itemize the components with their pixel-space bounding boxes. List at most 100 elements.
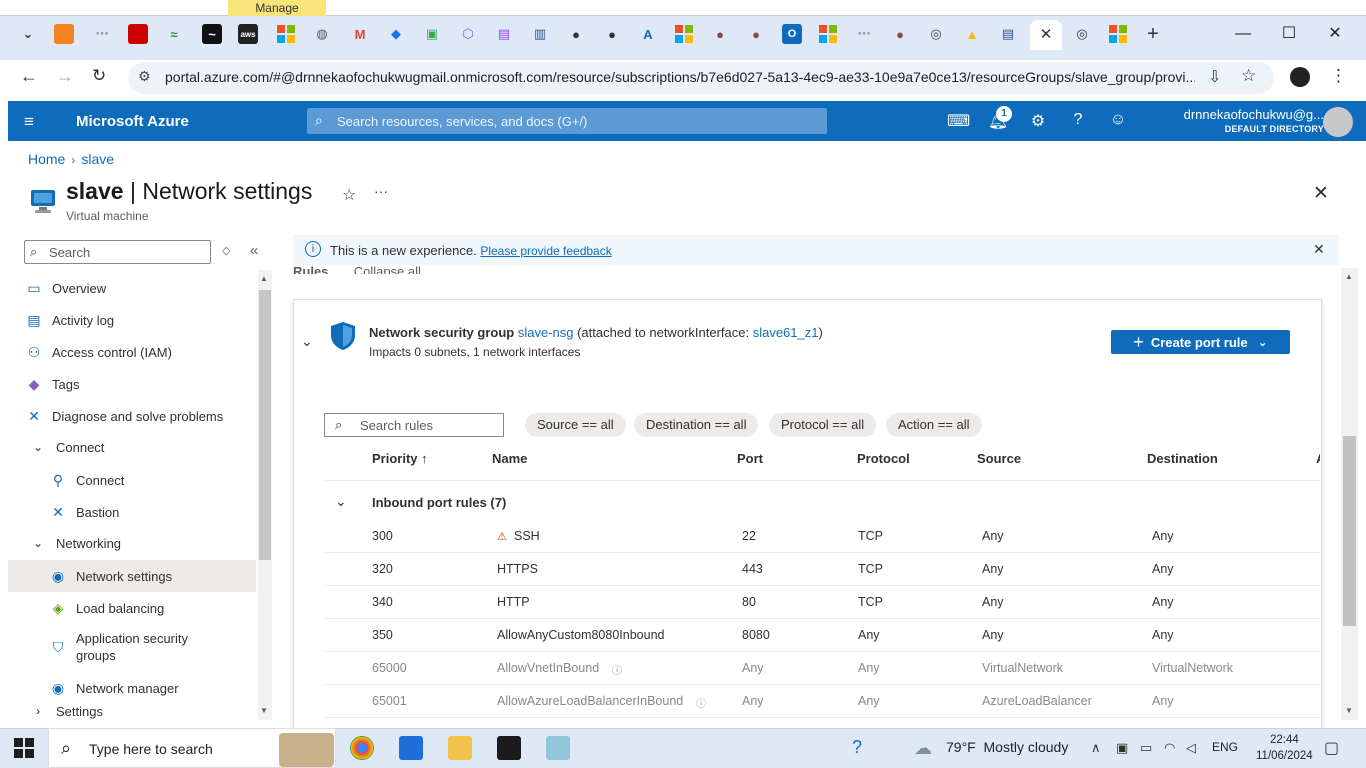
- tab-favicon-icon[interactable]: [1108, 24, 1128, 44]
- close-banner-icon[interactable]: ✕: [1313, 241, 1325, 258]
- breadcrumb-home[interactable]: Home: [28, 151, 65, 167]
- filter-action-pill[interactable]: Action == all: [886, 413, 982, 437]
- sidebar-item-load-balancing[interactable]: ◈ Load balancing: [8, 592, 256, 624]
- notification-center-icon[interactable]: ▢: [1324, 738, 1339, 758]
- terminal-app-icon[interactable]: [497, 736, 521, 760]
- scroll-down-icon[interactable]: ▼: [260, 706, 268, 715]
- nsg-name-link[interactable]: slave-nsg: [518, 325, 574, 340]
- filter-source-pill[interactable]: Source == all: [525, 413, 626, 437]
- rule-name-link[interactable]: HTTP: [497, 595, 530, 609]
- account-info[interactable]: drnnekaofochukwu@g... DEFAULT DIRECTORY: [1184, 107, 1324, 134]
- sidebar-search-input[interactable]: ⌕ Search: [24, 240, 211, 264]
- rule-name-link[interactable]: SSH: [514, 529, 540, 543]
- sidebar-item-network-manager[interactable]: ◉ Network manager: [8, 672, 256, 704]
- tab-favicon-icon[interactable]: ▲: [962, 24, 982, 44]
- tab-favicon-icon[interactable]: ●: [602, 24, 622, 44]
- wifi-icon[interactable]: ◠: [1164, 740, 1175, 756]
- settings-gear-icon[interactable]: ⚙: [1027, 111, 1049, 131]
- tab-favicon-icon[interactable]: ⋯: [92, 24, 112, 44]
- tab-favicon-icon[interactable]: ⬡: [458, 24, 478, 44]
- table-row[interactable]: 65001 AllowAzureLoadBalancerInBound ⓘ An…: [323, 685, 1320, 718]
- create-port-rule-button[interactable]: + Create port rule ⌄: [1111, 330, 1290, 354]
- sidebar-item-network-settings[interactable]: ◉ Network settings: [8, 560, 256, 592]
- tab-favicon-icon[interactable]: [276, 24, 296, 44]
- sidebar-scrollbar-thumb[interactable]: [259, 290, 271, 560]
- nic-link[interactable]: slave61_z1: [753, 325, 819, 340]
- sidebar-item-activity-log[interactable]: ▤ Activity log: [8, 304, 256, 336]
- tab-favicon-icon[interactable]: ⋯: [854, 24, 874, 44]
- sidebar-item-app-security-groups[interactable]: ⛉ Application security groups: [8, 628, 256, 666]
- battery-icon[interactable]: ▭: [1140, 740, 1152, 756]
- sidebar-item-overview[interactable]: ▭ Overview: [8, 272, 256, 304]
- tab-favicon-icon[interactable]: O: [782, 24, 802, 44]
- tab-favicon-icon[interactable]: ▤: [998, 24, 1018, 44]
- table-row[interactable]: 320 HTTPS 443 TCP Any Any: [323, 553, 1320, 586]
- sidebar-group-networking[interactable]: ⌄ Networking: [8, 527, 256, 559]
- sidebar-item-connect[interactable]: ⚲ Connect: [8, 464, 256, 496]
- help-icon[interactable]: ?: [1067, 111, 1089, 131]
- language-indicator[interactable]: ENG: [1212, 740, 1238, 754]
- sidebar-item-bastion[interactable]: ✕ Bastion: [8, 496, 256, 528]
- scroll-up-icon[interactable]: ▲: [260, 274, 268, 283]
- tab-favicon-icon[interactable]: ●: [890, 24, 910, 44]
- clock[interactable]: 22:44 11/06/2024: [1256, 732, 1313, 764]
- azure-brand[interactable]: Microsoft Azure: [76, 113, 189, 130]
- table-row[interactable]: 65000 AllowVnetInBound ⓘ Any Any Virtual…: [323, 652, 1320, 685]
- global-search-input[interactable]: ⌕ Search resources, services, and docs (…: [307, 108, 827, 134]
- info-circle-icon[interactable]: ⓘ: [696, 695, 706, 710]
- tab-favicon-icon[interactable]: [54, 24, 74, 44]
- tab-favicon-icon[interactable]: ●: [566, 24, 586, 44]
- breadcrumb-slave[interactable]: slave: [81, 151, 114, 167]
- chevron-down-icon[interactable]: ⌄: [301, 333, 313, 350]
- column-header-action[interactable]: A: [1316, 451, 1320, 466]
- cloud-shell-icon[interactable]: ⌨: [947, 111, 970, 131]
- chrome-app-icon[interactable]: [350, 736, 374, 760]
- help-tips-icon[interactable]: ?: [852, 737, 862, 758]
- scroll-down-icon[interactable]: ▼: [1345, 706, 1353, 715]
- tab-favicon-icon[interactable]: ●: [746, 24, 766, 44]
- tab-favicon-icon[interactable]: ●: [710, 24, 730, 44]
- more-options-icon[interactable]: ···: [374, 183, 388, 199]
- tab-favicon-icon[interactable]: ◍: [312, 24, 332, 44]
- hamburger-menu-icon[interactable]: ≡: [24, 112, 34, 132]
- virtualbox-app-icon[interactable]: [546, 736, 570, 760]
- maximize-icon[interactable]: ☐: [1274, 22, 1304, 46]
- install-app-icon[interactable]: ⇩: [1208, 67, 1221, 87]
- tab-favicon-icon[interactable]: [674, 24, 694, 44]
- column-header-destination[interactable]: Destination: [1147, 451, 1218, 466]
- bookmark-star-icon[interactable]: ☆: [1241, 66, 1256, 86]
- filter-toggle-icon[interactable]: ◇: [222, 244, 230, 257]
- info-circle-icon[interactable]: ⓘ: [612, 662, 622, 677]
- rule-name-link[interactable]: AllowAnyCustom8080Inbound: [497, 628, 664, 642]
- chevron-down-icon[interactable]: ⌄: [335, 493, 347, 510]
- table-row[interactable]: 300 ⚠ SSH 22 TCP Any Any: [323, 520, 1320, 553]
- tab-favicon-icon[interactable]: ▤: [494, 24, 514, 44]
- tab-favicon-icon[interactable]: ▣: [422, 24, 442, 44]
- profile-avatar-icon[interactable]: [1290, 67, 1310, 87]
- tab-favicon-icon[interactable]: [818, 24, 838, 44]
- tab-favicon-icon[interactable]: ▥: [530, 24, 550, 44]
- chevron-up-icon[interactable]: ∧: [1091, 740, 1101, 756]
- close-blade-icon[interactable]: ✕: [1313, 182, 1329, 205]
- table-row[interactable]: 350 AllowAnyCustom8080Inbound 8080 Any A…: [323, 619, 1320, 652]
- volume-icon[interactable]: ◁: [1186, 740, 1196, 756]
- filter-destination-pill[interactable]: Destination == all: [634, 413, 759, 437]
- sidebar-group-settings[interactable]: › Settings: [8, 704, 256, 720]
- weather-widget[interactable]: 79°F Mostly cloudy: [946, 739, 1068, 755]
- tab-favicon-icon[interactable]: M: [350, 24, 370, 44]
- tab-favicon-icon[interactable]: ≈: [164, 24, 184, 44]
- tab-favicon-icon[interactable]: aws: [238, 24, 258, 44]
- minimize-icon[interactable]: —: [1228, 22, 1258, 46]
- tab-favicon-icon[interactable]: ◆: [386, 24, 406, 44]
- taskbar-search-input[interactable]: ⌕ Type here to search: [48, 728, 336, 768]
- file-explorer-icon[interactable]: [448, 736, 472, 760]
- url-text[interactable]: portal.azure.com/#@drnnekaofochukwugmail…: [165, 69, 1195, 85]
- reload-icon[interactable]: ↻: [92, 66, 106, 86]
- column-header-port[interactable]: Port: [737, 451, 763, 466]
- feedback-icon[interactable]: ☺: [1107, 111, 1129, 131]
- column-header-protocol[interactable]: Protocol: [857, 451, 910, 466]
- tab-favicon-icon[interactable]: A: [638, 24, 658, 44]
- column-header-name[interactable]: Name: [492, 451, 527, 466]
- forward-icon[interactable]: →: [56, 66, 74, 87]
- avatar[interactable]: [1323, 107, 1353, 137]
